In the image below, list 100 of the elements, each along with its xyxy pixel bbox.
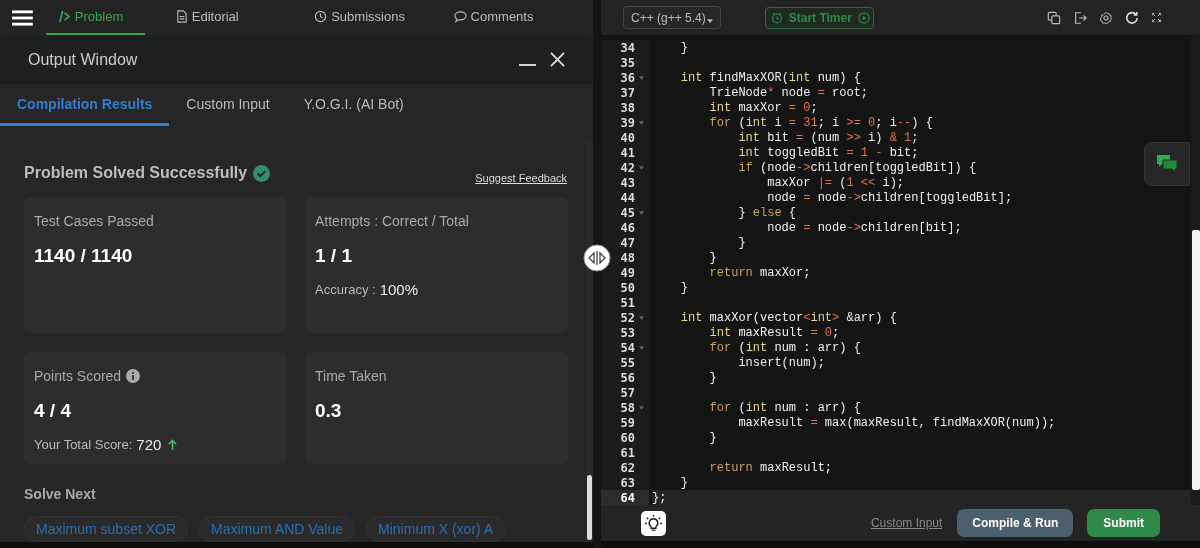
card-title: Test Cases Passed: [34, 213, 154, 229]
code-icon: [57, 10, 71, 23]
code-line: maxResult = max(maxResult, findMaxXOR(num));: [737, 415, 1056, 430]
fold-icon[interactable]: [639, 75, 644, 80]
line-number: 46: [619, 220, 635, 235]
code-line: }: [679, 40, 688, 55]
code-line: return maxResult;: [708, 460, 833, 475]
reset-icon[interactable]: [1125, 10, 1139, 25]
line-number: 36: [619, 70, 635, 85]
line-number: 62: [619, 460, 635, 475]
lightbulb-icon: [644, 513, 663, 533]
scrollbar[interactable]: [1191, 35, 1200, 505]
card-value: 4 / 4: [34, 400, 72, 422]
alarm-clock-icon: [770, 11, 783, 24]
chat-button[interactable]: [1144, 142, 1190, 186]
card-value: 0.3: [315, 400, 343, 422]
code-line: maxXor |= (1 << i);: [766, 175, 905, 190]
line-number: 48: [619, 250, 635, 265]
code-line: }: [679, 280, 688, 295]
code-line: return maxXor;: [708, 265, 811, 280]
output-tab[interactable]: Custom Input: [169, 84, 287, 126]
settings-icon[interactable]: [1099, 10, 1113, 25]
output-tab[interactable]: Y.O.G.I. (AI Bot): [286, 84, 421, 126]
note-value: 100%: [379, 281, 419, 298]
code-line: int maxResult = 0;: [708, 325, 840, 340]
copy-icon[interactable]: [1047, 10, 1061, 25]
line-number: 47: [619, 235, 635, 250]
language-select[interactable]: C++ (g++ 5.4): [623, 6, 721, 29]
info-icon[interactable]: [126, 369, 141, 383]
card-value: 1140 / 1140: [34, 245, 134, 267]
clock-icon: [314, 10, 328, 23]
scrollbar[interactable]: [586, 140, 593, 540]
line-number: 49: [619, 265, 635, 280]
code-line: TrieNode* node = root;: [708, 85, 869, 100]
line-number: 51: [619, 295, 635, 310]
output-tab[interactable]: Compilation Results: [0, 84, 170, 126]
line-number: 43: [619, 175, 635, 190]
card-title: Time Taken: [315, 368, 387, 384]
line-number: 37: [619, 85, 635, 100]
note-value: 720: [136, 436, 162, 453]
document-icon: [174, 10, 188, 23]
chat-icon: [1156, 154, 1178, 174]
line-number: 54: [619, 340, 635, 355]
fold-icon[interactable]: [639, 405, 644, 410]
code-line: };: [652, 490, 667, 505]
line-number: 59: [619, 415, 635, 430]
speech-bubble-icon: [453, 10, 467, 23]
nav-tab[interactable]: Editorial: [174, 0, 272, 35]
code-line: for (int i = 31; i >= 0; i--) {: [708, 115, 933, 130]
line-number: 50: [619, 280, 635, 295]
close-icon[interactable]: [550, 52, 565, 67]
note-label: Accuracy :: [315, 282, 376, 297]
line-number: 39: [619, 115, 635, 130]
feedback-link[interactable]: Suggest Feedback: [475, 172, 567, 184]
caret-icon: [706, 18, 713, 23]
code-line: int toggledBit = 1 - bit;: [737, 145, 919, 160]
fold-icon[interactable]: [639, 345, 644, 350]
code-line: }: [708, 430, 717, 445]
timer-button[interactable]: Start Timer: [764, 6, 874, 29]
code-line: node = node->children[toggledBit];: [766, 190, 1013, 205]
window-title: Output Window: [28, 50, 138, 69]
line-number: 61: [619, 445, 635, 460]
section-heading: Solve Next: [24, 486, 97, 502]
line-number: 52: [619, 310, 635, 325]
line-number: 57: [619, 385, 635, 400]
line-number: 60: [619, 430, 635, 445]
note-label: Your Total Score:: [34, 437, 133, 452]
code-line: }: [737, 235, 746, 250]
play-icon: [857, 11, 870, 24]
custom-input-link[interactable]: Custom Input: [870, 516, 943, 530]
hint-button[interactable]: [641, 510, 666, 536]
fold-icon[interactable]: [639, 210, 644, 215]
fold-icon[interactable]: [639, 165, 644, 170]
nav-tab[interactable]: Comments: [453, 0, 551, 35]
line-number: 45: [619, 205, 635, 220]
fold-icon[interactable]: [639, 315, 644, 320]
code-line: }: [708, 250, 717, 265]
code-line: if (node->children[toggledBit]) {: [737, 160, 977, 175]
compile-run-button[interactable]: Compile & Run: [957, 509, 1074, 537]
fullscreen-icon[interactable]: [1151, 12, 1162, 23]
code-line: node = node->children[bit];: [766, 220, 962, 235]
code-line: for (int num : arr) {: [708, 400, 861, 415]
line-number: 58: [619, 400, 635, 415]
code-line: int findMaxXOR(int num) {: [679, 70, 861, 85]
export-icon[interactable]: [1073, 10, 1087, 25]
menu-icon[interactable]: [12, 9, 33, 26]
fold-icon[interactable]: [639, 120, 644, 125]
card-title: Points Scored: [34, 368, 122, 384]
code-line: int maxXor = 0;: [708, 100, 818, 115]
line-number: 38: [619, 100, 635, 115]
line-number: 64: [619, 490, 635, 505]
code-line: insert(num);: [737, 355, 825, 370]
line-number: 40: [619, 130, 635, 145]
card-value: 1 / 1: [315, 245, 353, 267]
nav-tab[interactable]: Submissions: [314, 0, 411, 35]
submit-button[interactable]: Submit: [1087, 509, 1160, 537]
line-number: 35: [619, 55, 635, 70]
code-line: } else {: [737, 205, 797, 220]
code-line: int bit = (num >> i) & 1;: [737, 130, 919, 145]
resize-handle[interactable]: [583, 244, 611, 272]
